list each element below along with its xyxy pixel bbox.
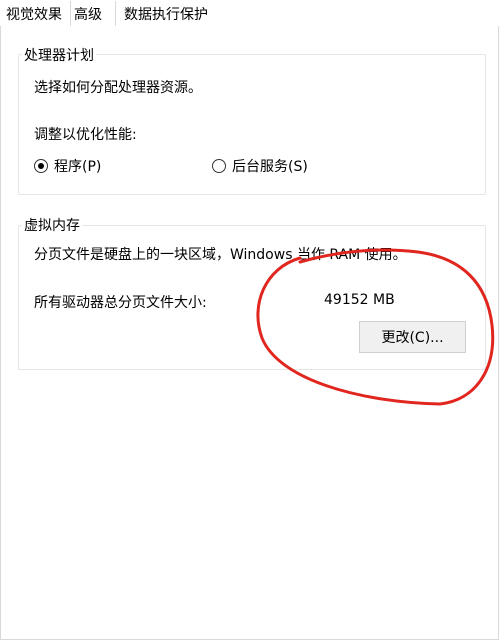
tab-label: 数据执行保护: [124, 7, 208, 23]
tab-label: 高级: [74, 7, 102, 23]
tab-visual-effects[interactable]: 视觉效果: [6, 4, 62, 24]
radio-background-services-label: 后台服务(S): [232, 159, 308, 175]
virtual-memory-title: 虚拟内存: [22, 215, 82, 235]
tab-data-execution-prevention[interactable]: 数据执行保护: [124, 4, 208, 24]
tab-label: 视觉效果: [6, 7, 62, 23]
radio-background-services[interactable]: 后台服务(S): [212, 156, 308, 176]
radio-programs-label: 程序(P): [54, 159, 102, 175]
total-paging-file-size-value: 49152 MB: [324, 292, 395, 308]
processor-scheduling-title: 处理器计划: [22, 45, 96, 65]
processor-scheduling-description: 选择如何分配处理器资源。: [34, 80, 202, 96]
adjust-for-best-performance-label: 调整以优化性能:: [34, 127, 137, 143]
radio-programs[interactable]: 程序(P): [34, 156, 101, 176]
change-button-label: 更改(C)...: [381, 330, 444, 346]
tab-bar: 视觉效果 高级 数据执行保护: [0, 0, 500, 27]
radio-unchecked-icon[interactable]: [212, 159, 226, 173]
change-virtual-memory-button[interactable]: 更改(C)...: [359, 321, 466, 353]
radio-checked-icon[interactable]: [34, 159, 48, 173]
virtual-memory-description: 分页文件是硬盘上的一块区域，Windows 当作 RAM 使用。: [34, 247, 407, 263]
tab-advanced[interactable]: 高级: [70, 1, 116, 27]
total-paging-file-size-label: 所有驱动器总分页文件大小:: [34, 295, 207, 311]
